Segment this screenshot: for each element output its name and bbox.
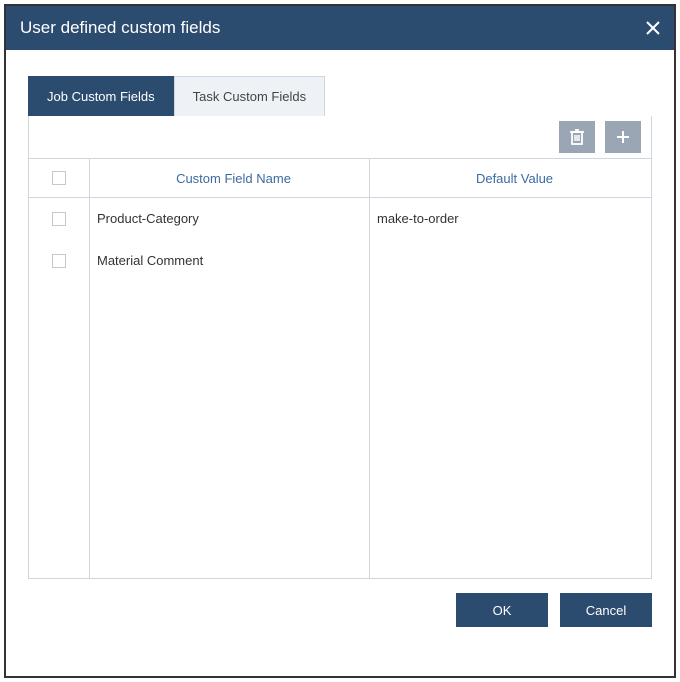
dialog-window: User defined custom fields Job Custom Fi…: [4, 4, 676, 678]
row-name-cell[interactable]: Material Comment: [89, 240, 369, 281]
ok-button[interactable]: OK: [456, 593, 548, 627]
dialog-content: Job Custom Fields Task Custom Fields Cus…: [6, 50, 674, 647]
delete-button[interactable]: [559, 121, 595, 153]
row-value-cell[interactable]: make-to-order: [369, 198, 651, 239]
plus-icon: [615, 129, 631, 145]
dialog-title: User defined custom fields: [20, 18, 220, 38]
tabs: Job Custom Fields Task Custom Fields: [28, 76, 652, 116]
grid-body: Product-Category make-to-order Material …: [29, 198, 651, 578]
row-check-cell: [29, 254, 89, 268]
header-check-cell: [29, 171, 89, 185]
header-default-value: Default Value: [369, 159, 651, 197]
tab-task-custom-fields[interactable]: Task Custom Fields: [174, 76, 325, 116]
add-button[interactable]: [605, 121, 641, 153]
dialog-footer: OK Cancel: [28, 579, 652, 627]
table-row[interactable]: Material Comment: [29, 240, 651, 282]
header-custom-field-name: Custom Field Name: [89, 159, 369, 197]
select-all-checkbox[interactable]: [52, 171, 66, 185]
cancel-button[interactable]: Cancel: [560, 593, 652, 627]
row-checkbox[interactable]: [52, 212, 66, 226]
close-icon: [646, 21, 660, 35]
tab-job-custom-fields[interactable]: Job Custom Fields: [28, 76, 174, 116]
table-row[interactable]: Product-Category make-to-order: [29, 198, 651, 240]
row-check-cell: [29, 212, 89, 226]
row-checkbox[interactable]: [52, 254, 66, 268]
trash-icon: [569, 128, 585, 146]
title-bar: User defined custom fields: [6, 6, 674, 50]
toolbar: [29, 116, 651, 158]
close-button[interactable]: [646, 21, 660, 35]
tab-panel: Custom Field Name Default Value Product-…: [28, 116, 652, 579]
row-value-cell[interactable]: [369, 240, 651, 281]
grid-header: Custom Field Name Default Value: [29, 158, 651, 198]
row-name-cell[interactable]: Product-Category: [89, 198, 369, 239]
